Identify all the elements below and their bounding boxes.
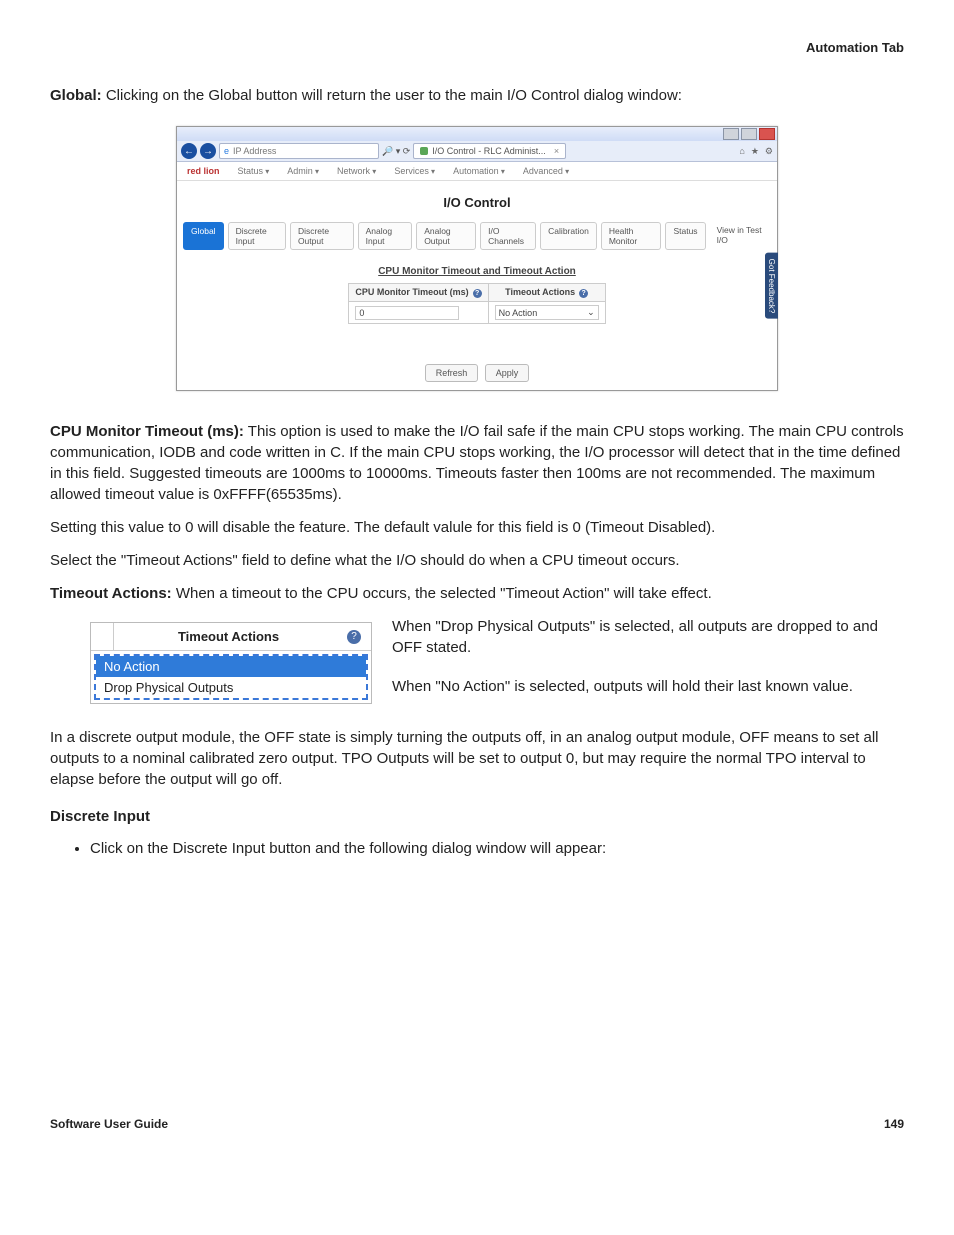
select-actions-paragraph: Select the "Timeout Actions" field to de… <box>50 550 904 571</box>
discrete-input-bullets: Click on the Discrete Input button and t… <box>90 840 904 857</box>
col-cpu-timeout: CPU Monitor Timeout (ms)? <box>349 284 488 302</box>
help-icon: ? <box>579 289 588 298</box>
refresh-button: Refresh <box>425 364 479 382</box>
io-tab-global: Global <box>183 222 224 250</box>
apply-button: Apply <box>485 364 530 382</box>
browser-address-bar: ← → e IP Address 🔎 ▾ ⟳ I/O Control - RLC… <box>177 141 777 162</box>
window-close-icon <box>759 128 775 140</box>
window-maximize-icon <box>741 128 757 140</box>
menu-advanced: Advanced <box>523 166 569 176</box>
address-tool-icons: 🔎 ▾ ⟳ <box>382 146 410 157</box>
io-tab-io-channels: I/O Channels <box>480 222 536 250</box>
zero-disable-paragraph: Setting this value to 0 will disable the… <box>50 517 904 538</box>
home-icon: ⌂ <box>739 146 744 157</box>
io-tab-analog-input: Analog Input <box>358 222 413 250</box>
option-drop-outputs: Drop Physical Outputs <box>96 677 366 698</box>
timeout-actions-paragraph: Timeout Actions: When a timeout to the C… <box>50 583 904 604</box>
ie-icon: e <box>224 146 229 156</box>
footer-right: 149 <box>884 1117 904 1131</box>
io-tab-health-monitor: Health Monitor <box>601 222 662 250</box>
cpu-section-title: CPU Monitor Timeout and Timeout Action <box>177 256 777 283</box>
timeout-actions-label: Timeout Actions: <box>50 585 172 602</box>
page-footer: Software User Guide 149 <box>50 1117 904 1131</box>
option-no-action: No Action <box>96 656 366 677</box>
menu-admin: Admin <box>287 166 319 176</box>
global-label: Global: <box>50 87 102 104</box>
io-tab-analog-output: Analog Output <box>416 222 476 250</box>
io-tab-discrete-output: Discrete Output <box>290 222 354 250</box>
dropdown-header: Timeout Actions <box>114 623 343 650</box>
io-tab-row: Global Discrete Input Discrete Output An… <box>177 222 777 256</box>
tab-favicon <box>420 147 428 155</box>
io-tab-view-test-io: View in Test I/O <box>710 222 771 250</box>
browser-tab: I/O Control - RLC Administ... × <box>413 143 566 159</box>
drag-grip-icon <box>91 623 114 650</box>
star-icon: ★ <box>751 146 759 157</box>
tab-close-icon: × <box>554 146 559 156</box>
browser-top-icons: ⌂ ★ ⚙ <box>739 146 773 157</box>
menu-services: Services <box>394 166 435 176</box>
page-header-right: Automation Tab <box>50 40 904 55</box>
menu-network: Network <box>337 166 376 176</box>
dropdown-list: No Action Drop Physical Outputs <box>94 654 368 700</box>
address-placeholder: IP Address <box>233 146 276 156</box>
cpu-timeout-paragraph: CPU Monitor Timeout (ms): This option is… <box>50 421 904 505</box>
help-icon: ? <box>347 630 361 644</box>
discrete-input-heading: Discrete Input <box>50 808 904 825</box>
window-titlebar <box>177 127 777 141</box>
timeout-actions-dropdown-screenshot: Timeout Actions ? No Action Drop Physica… <box>90 622 372 704</box>
cpu-timeout-label: CPU Monitor Timeout (ms): <box>50 423 244 440</box>
io-control-screenshot: ← → e IP Address 🔎 ▾ ⟳ I/O Control - RLC… <box>176 126 778 391</box>
app-menubar: red lion Status Admin Network Services A… <box>177 162 777 181</box>
global-text: Clicking on the Global button will retur… <box>102 87 682 104</box>
nav-forward-icon: → <box>200 143 216 159</box>
chevron-down-icon: ⌄ <box>587 307 595 318</box>
feedback-tab: Got Feedback? <box>765 252 778 319</box>
io-tab-calibration: Calibration <box>540 222 597 250</box>
menu-automation: Automation <box>453 166 505 176</box>
address-input: e IP Address <box>219 143 379 159</box>
help-icon: ? <box>473 289 482 298</box>
window-minimize-icon <box>723 128 739 140</box>
gear-icon: ⚙ <box>765 146 773 157</box>
browser-tab-label: I/O Control - RLC Administ... <box>432 146 546 156</box>
nav-back-icon: ← <box>181 143 197 159</box>
menu-status: Status <box>238 166 270 176</box>
intro-paragraph: Global: Clicking on the Global button wi… <box>50 85 904 106</box>
cpu-timeout-table: CPU Monitor Timeout (ms)? Timeout Action… <box>348 283 605 324</box>
timeout-actions-select: No Action⌄ <box>495 305 599 320</box>
footer-left: Software User Guide <box>50 1117 168 1131</box>
io-control-title: I/O Control <box>177 181 777 222</box>
cpu-timeout-input <box>355 306 459 320</box>
discrete-module-paragraph: In a discrete output module, the OFF sta… <box>50 727 904 790</box>
io-tab-discrete-input: Discrete Input <box>228 222 286 250</box>
col-timeout-actions: Timeout Actions? <box>488 284 605 302</box>
io-tab-status: Status <box>665 222 705 250</box>
discrete-input-bullet-1: Click on the Discrete Input button and t… <box>90 840 904 857</box>
brand-logo: red lion <box>187 166 220 176</box>
timeout-actions-text: When a timeout to the CPU occurs, the se… <box>172 585 712 602</box>
